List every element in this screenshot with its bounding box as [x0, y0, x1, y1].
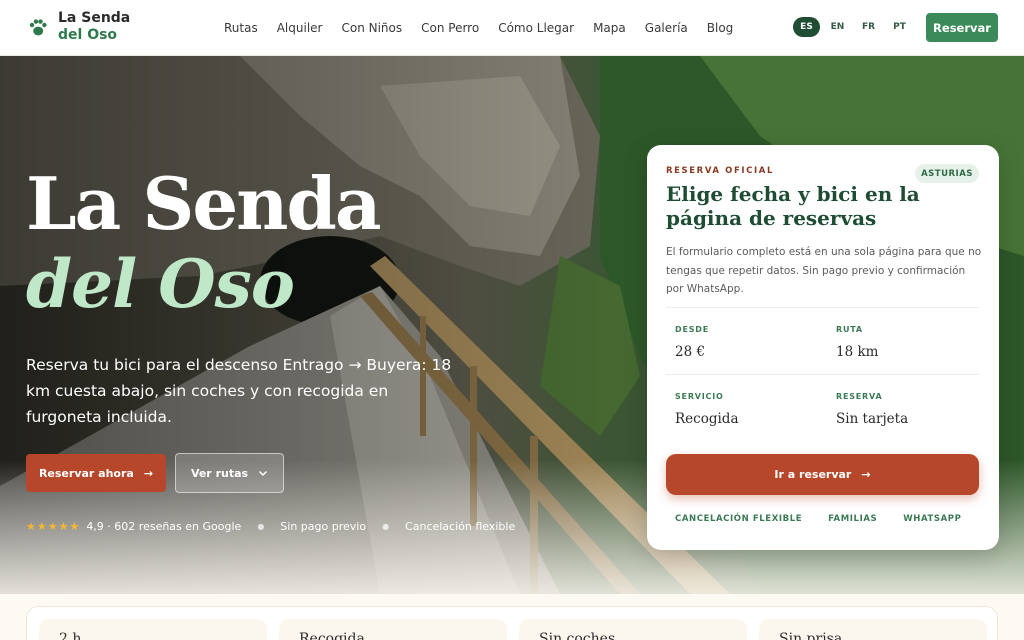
nav-link-alquiler[interactable]: Alquiler	[277, 21, 323, 35]
lang-es-button[interactable]: ES	[793, 17, 820, 37]
feature-card: Sin prisa	[759, 619, 987, 640]
nav-link-blog[interactable]: Blog	[707, 21, 734, 35]
nav-link-rutas[interactable]: Rutas	[224, 21, 258, 35]
info-value: 18 km	[836, 344, 879, 360]
go-to-booking-button[interactable]: Ir a reservar →	[666, 454, 979, 495]
reserve-now-label: Reservar ahora	[38, 466, 134, 480]
brand-line1: La Senda	[58, 10, 131, 26]
feature-title: 2 h	[59, 631, 82, 640]
features-strip: 2 h Recogida Sin coches Sin prisa	[26, 606, 998, 640]
card-tags: CANCELACIÓN FLEXIBLE FAMILIAS WHATSAPP	[675, 514, 961, 524]
info-label: SERVICIO	[675, 392, 724, 401]
feature-card: 2 h	[39, 619, 267, 640]
booking-card: RESERVA OFICIAL ASTURIAS Elige fecha y b…	[647, 145, 999, 550]
separator-dot: ●	[257, 522, 265, 531]
nav-link-con-perro[interactable]: Con Perro	[421, 21, 479, 35]
star-rating-icon: ★★★★★	[26, 520, 81, 533]
language-switcher: ES EN FR PT	[793, 17, 913, 37]
separator-dot: ●	[382, 522, 390, 531]
perk-flexible-cancel: Cancelación flexible	[405, 520, 516, 533]
tag-families: FAMILIAS	[828, 514, 878, 524]
rating-row: ★★★★★ 4,9 · 602 reseñas en Google ● Sin …	[26, 520, 515, 533]
rating-text: 4,9 · 602 reseñas en Google	[86, 520, 242, 533]
main-nav: Rutas Alquiler Con Niños Con Perro Cómo …	[224, 0, 733, 56]
nav-link-mapa[interactable]: Mapa	[593, 21, 626, 35]
card-description: El formulario completo está en una sola …	[666, 246, 982, 295]
lang-pt-button[interactable]: PT	[886, 17, 913, 37]
feature-title: Sin coches	[539, 631, 616, 640]
chevron-down-icon	[259, 470, 268, 477]
view-routes-label: Ver rutas	[190, 466, 249, 480]
nav-link-como-llegar[interactable]: Cómo Llegar	[498, 21, 574, 35]
info-reserva: RESERVA Sin tarjeta	[836, 392, 986, 427]
feature-card: Sin coches	[519, 619, 747, 640]
feature-title: Recogida	[299, 631, 365, 640]
arrow-right-icon: →	[861, 468, 871, 481]
info-desde: DESDE 28 €	[675, 325, 825, 360]
perk-no-prepay: Sin pago previo	[280, 520, 367, 533]
brand-logo[interactable]: La Senda del Oso	[28, 10, 130, 44]
view-routes-button[interactable]: Ver rutas	[175, 453, 284, 493]
info-label: RESERVA	[836, 392, 883, 401]
tag-whatsapp: WHATSAPP	[903, 514, 962, 524]
hero-title-line2: del Oso	[26, 245, 295, 323]
lang-fr-button[interactable]: FR	[855, 17, 882, 37]
hero-subtitle: Reserva tu bici para el descenso Entrago…	[26, 356, 452, 426]
go-to-booking-label: Ir a reservar	[774, 468, 852, 481]
brand-line2: del Oso	[58, 27, 118, 43]
card-title: Elige fecha y bici en la página de reser…	[666, 182, 920, 230]
card-divider	[666, 374, 980, 375]
paw-icon	[29, 19, 47, 36]
site-header: La Senda del Oso Rutas Alquiler Con Niño…	[0, 0, 1024, 56]
info-label: DESDE	[675, 325, 709, 334]
hero-title-line1: La Senda	[26, 161, 381, 246]
nav-link-galeria[interactable]: Galería	[645, 21, 688, 35]
info-value: Sin tarjeta	[836, 411, 909, 427]
nav-link-con-ninos[interactable]: Con Niños	[341, 21, 402, 35]
brand-name: La Senda del Oso	[58, 10, 130, 44]
feature-card: Recogida	[279, 619, 507, 640]
info-servicio: SERVICIO Recogida	[675, 392, 825, 427]
lang-en-button[interactable]: EN	[824, 17, 851, 37]
info-label: RUTA	[836, 325, 863, 334]
reserve-now-button[interactable]: Reservar ahora →	[26, 454, 166, 492]
region-badge: ASTURIAS	[915, 164, 979, 183]
arrow-right-icon: →	[143, 466, 154, 480]
tag-flexible-cancel: CANCELACIÓN FLEXIBLE	[675, 514, 803, 524]
card-divider	[666, 307, 980, 308]
info-value: 28 €	[675, 344, 706, 360]
feature-title: Sin prisa	[779, 631, 843, 640]
header-reserve-button[interactable]: Reservar	[926, 13, 998, 42]
info-value: Recogida	[675, 411, 739, 427]
info-ruta: RUTA 18 km	[836, 325, 986, 360]
hero-title: La Senda del Oso	[26, 161, 381, 323]
card-eyebrow: RESERVA OFICIAL	[666, 166, 774, 176]
